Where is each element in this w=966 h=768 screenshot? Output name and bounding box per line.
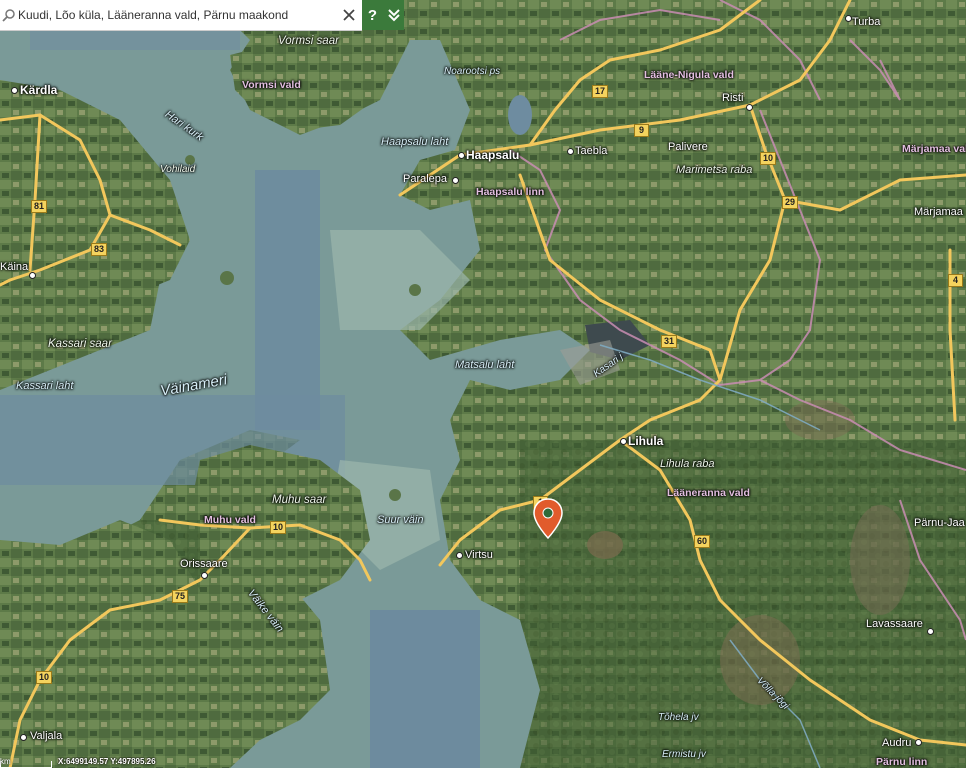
settlement-dot bbox=[927, 628, 934, 635]
road-shield: 31 bbox=[661, 335, 678, 348]
search-tools: ? bbox=[362, 0, 404, 30]
deep-water bbox=[370, 610, 480, 768]
settlement-lavassaare: Lavassaare bbox=[866, 618, 923, 630]
island-muhu-saar: Muhu saar bbox=[272, 494, 327, 506]
road-shield: 10 bbox=[760, 152, 777, 165]
bog bbox=[785, 400, 855, 440]
settlement-dot bbox=[11, 87, 18, 94]
admin-muhu-vald: Muhu vald bbox=[204, 514, 256, 526]
search-bar bbox=[0, 0, 362, 31]
admin-parnu-linn: Pärnu linn bbox=[876, 756, 928, 768]
scale-label: km bbox=[0, 757, 11, 766]
settlement-dot bbox=[620, 438, 627, 445]
road-shield: 81 bbox=[31, 200, 48, 213]
nature-lihula-raba: Lihula raba bbox=[660, 458, 715, 470]
water-haapsalu-laht: Haapsalu laht bbox=[381, 136, 449, 148]
road-shield: 29 bbox=[782, 196, 799, 209]
search-icon bbox=[2, 9, 15, 22]
islet bbox=[220, 271, 234, 285]
clear-search-button[interactable] bbox=[336, 0, 362, 30]
settlement-orissaare: Orissaare bbox=[180, 558, 228, 570]
settlement-audru: Audru bbox=[882, 737, 912, 749]
deep-water bbox=[255, 170, 320, 430]
location-pin-icon[interactable] bbox=[532, 498, 564, 540]
coordinates-readout: X:6499149.57 Y:497895.26 bbox=[58, 757, 156, 766]
road-shield: 17 bbox=[592, 85, 609, 98]
island-vohilaid: Vohilaid bbox=[160, 164, 196, 175]
water-matsalu-laht: Matsalu laht bbox=[455, 359, 515, 371]
road-shield: 4 bbox=[948, 274, 963, 287]
settlement-dot bbox=[201, 572, 208, 579]
settlement-valjala: Valjala bbox=[30, 730, 63, 742]
settlement-dot bbox=[20, 734, 27, 741]
settlement-risti: Risti bbox=[722, 92, 744, 104]
settlement-taebla: Taebla bbox=[575, 145, 608, 157]
road-shield: 75 bbox=[172, 590, 189, 603]
settlement-paralepa: Paralepa bbox=[403, 173, 448, 185]
settlement-parnu-jaagupi: Pärnu-Jaa bbox=[914, 517, 965, 529]
islet bbox=[389, 489, 401, 501]
admin-laaneranna-vald: Lääneranna vald bbox=[667, 487, 750, 499]
road-shield: 83 bbox=[91, 243, 108, 256]
admin-vormsi-vald: Vormsi vald bbox=[242, 79, 301, 91]
bog bbox=[587, 531, 623, 559]
map-canvas[interactable] bbox=[0, 0, 966, 768]
road-shield: 10 bbox=[270, 521, 287, 534]
settlement-haapsalu: Haapsalu bbox=[466, 148, 520, 162]
bog bbox=[850, 505, 910, 615]
admin-laane-nigula-vald: Lääne-Nigula vald bbox=[644, 69, 734, 81]
close-icon bbox=[343, 9, 355, 21]
island-vormsi-saar: Vormsi saar bbox=[278, 35, 339, 47]
road-shield: 10 bbox=[36, 671, 53, 684]
settlement-dot bbox=[29, 272, 36, 279]
nature-marimetsa-raba: Marimetsa raba bbox=[676, 164, 753, 176]
deep-water bbox=[30, 30, 240, 50]
settlement-dot bbox=[458, 152, 465, 159]
settlement-kardla: Kärdla bbox=[20, 83, 58, 97]
water-suur-vain: Suur väin bbox=[377, 514, 424, 526]
island-kassari-saar: Kassari saar bbox=[48, 338, 112, 350]
double-chevron-down-icon bbox=[387, 9, 400, 22]
water-kassari-laht: Kassari laht bbox=[16, 380, 74, 392]
help-button[interactable]: ? bbox=[362, 0, 383, 30]
settlement-dot bbox=[567, 148, 574, 155]
water-noarootsi-ps: Noarootsi ps bbox=[444, 66, 501, 77]
settlement-lihula: Lihula bbox=[628, 434, 664, 448]
search-input[interactable] bbox=[16, 7, 336, 23]
islet bbox=[409, 284, 421, 296]
lake bbox=[508, 95, 532, 135]
settlement-dot bbox=[456, 552, 463, 559]
settlement-palivere: Palivere bbox=[668, 141, 708, 153]
settlement-turba: Turba bbox=[852, 16, 881, 28]
settlement-virtsu: Virtsu bbox=[465, 549, 493, 561]
water-ermistu-jv: Ermistu jv bbox=[662, 749, 706, 760]
road-shield: 60 bbox=[694, 535, 711, 548]
settlement-dot bbox=[746, 104, 753, 111]
bog bbox=[720, 615, 800, 705]
water-tohela-jv: Tõhela jv bbox=[658, 712, 699, 723]
settlement-dot bbox=[915, 739, 922, 746]
admin-marjamaa-vald: Märjamaa vald bbox=[902, 143, 966, 155]
expand-button[interactable] bbox=[383, 0, 404, 30]
road-shield: 9 bbox=[634, 124, 649, 137]
settlement-marjamaa: Märjamaa bbox=[914, 206, 963, 218]
settlement-dot bbox=[845, 15, 852, 22]
settlement-dot bbox=[452, 177, 459, 184]
settlement-kaina: Käina bbox=[0, 261, 29, 273]
admin-haapsalu-linn: Haapsalu linn bbox=[476, 186, 545, 198]
